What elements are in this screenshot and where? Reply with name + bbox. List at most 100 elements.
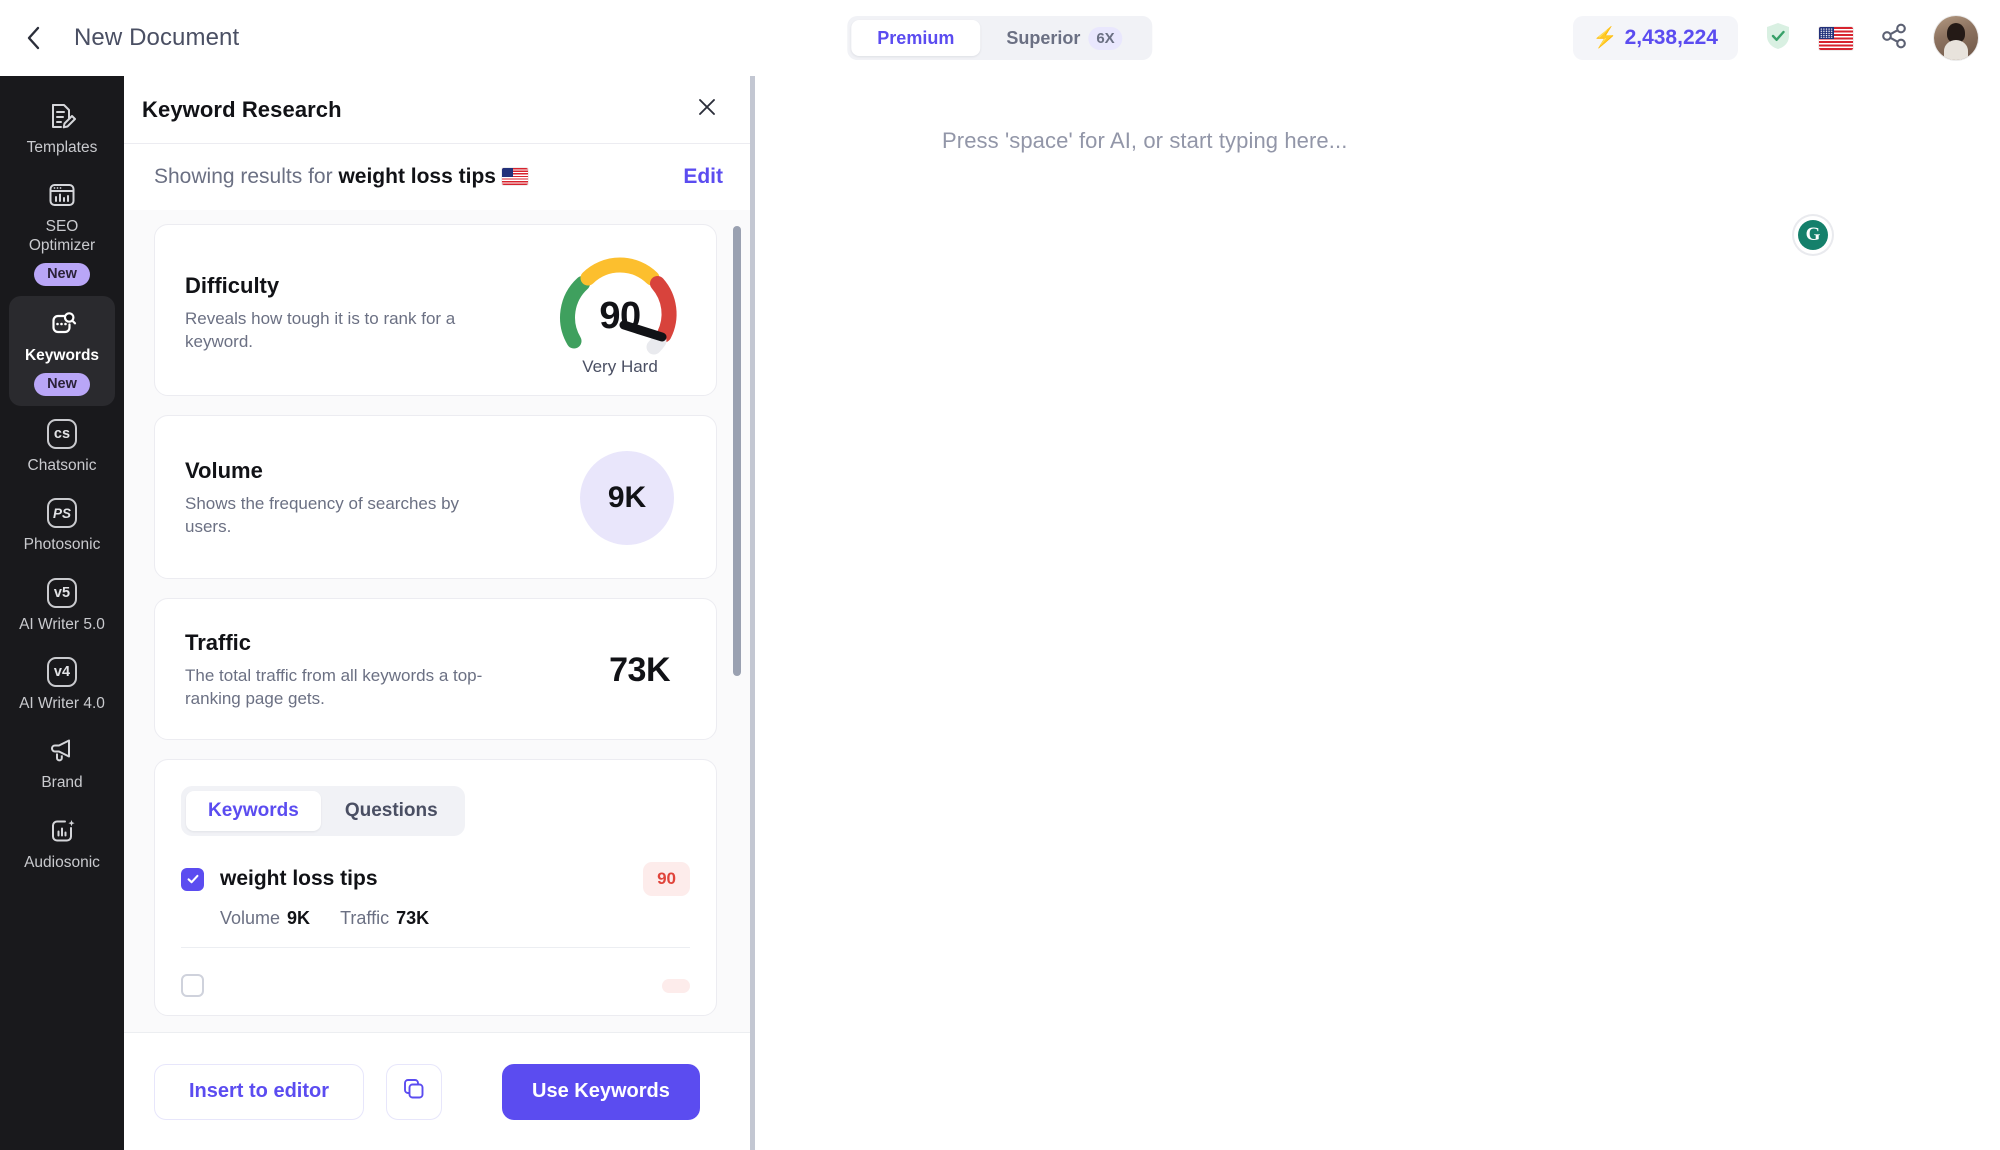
results-bar: Showing results for weight loss tips Edi…: [124, 144, 751, 210]
keyword-traffic-label: Traffic: [340, 908, 390, 928]
keyword-volume-value: 9K: [287, 908, 311, 928]
difficulty-card: Difficulty Reveals how tough it is to ra…: [154, 224, 717, 396]
panel-resize-handle[interactable]: [750, 76, 755, 1150]
keyword-difficulty-badge: 90: [643, 862, 690, 896]
sidebar-item-label: Keywords: [24, 346, 100, 364]
traffic-card: Traffic The total traffic from all keywo…: [154, 598, 717, 740]
volume-title: Volume: [185, 458, 263, 484]
mode-option-premium[interactable]: Premium: [851, 20, 981, 56]
top-bar: New Document Premium Superior 6X ⚡ 2,438…: [0, 0, 2000, 76]
share-button[interactable]: [1876, 20, 1912, 56]
keyword-checkbox[interactable]: [181, 974, 204, 997]
difficulty-card-text: Difficulty Reveals how tough it is to ra…: [185, 273, 558, 353]
back-button[interactable]: [14, 18, 54, 58]
cs-icon: cs: [46, 418, 78, 450]
sidebar-item-seo-optimizer[interactable]: SEO Optimizer New: [9, 167, 115, 296]
panel-scrollbar[interactable]: [733, 226, 741, 676]
keyword-difficulty-badge: [662, 978, 690, 993]
table-row[interactable]: weight loss tips 90 Volume 9K Traffic 73K: [181, 836, 690, 947]
results-summary: Showing results for weight loss tips: [154, 165, 528, 189]
keyword-checkbox[interactable]: [181, 867, 204, 891]
sidebar-item-ai-writer-5[interactable]: v5 AI Writer 5.0: [9, 565, 115, 644]
mode-option-superior-badge: 6X: [1088, 26, 1123, 50]
grammarly-icon[interactable]: G: [1794, 216, 1832, 254]
sidebar-item-label: Brand: [41, 774, 83, 792]
keyword-row-main: weight loss tips 90: [181, 862, 690, 896]
bolt-icon: ⚡: [1592, 27, 1618, 49]
sidebar-item-label: AI Writer 5.0: [19, 615, 105, 633]
panel-title: Keyword Research: [142, 96, 342, 122]
mode-option-superior[interactable]: Superior 6X: [980, 20, 1148, 56]
us-flag-icon: [1819, 26, 1853, 50]
editor-placeholder: Press 'space' for AI, or start typing he…: [942, 128, 1348, 153]
ps-icon-box: PS: [47, 498, 77, 529]
sidebar-item-label: SEO Optimizer: [28, 218, 96, 254]
keyword-row-main: [181, 974, 690, 997]
tab-keywords[interactable]: Keywords: [186, 791, 321, 831]
traffic-value: 73K: [609, 650, 670, 689]
document-title[interactable]: New Document: [74, 24, 239, 52]
results-prefix: Showing results for: [154, 165, 333, 188]
table-row[interactable]: [181, 947, 690, 1015]
us-flag-icon: [501, 168, 528, 185]
copy-button[interactable]: [386, 1063, 443, 1120]
traffic-card-text: Traffic The total traffic from all keywo…: [185, 630, 609, 710]
language-selector[interactable]: [1818, 20, 1854, 56]
v4-icon: v4: [46, 656, 78, 688]
difficulty-rating: Very Hard: [582, 357, 658, 376]
keyword-traffic-value: 73K: [396, 908, 430, 928]
sidebar-badge-new: New: [34, 373, 90, 397]
sidebar-item-chatsonic[interactable]: cs Chatsonic: [9, 406, 115, 485]
sidebar-item-templates[interactable]: Templates: [9, 88, 115, 167]
sidebar-item-label: Audiosonic: [24, 853, 100, 871]
top-bar-actions: ⚡ 2,438,224: [1572, 16, 2000, 60]
sidebar-item-audiosonic[interactable]: Audiosonic: [9, 803, 115, 882]
app-body: Templates SEO Optimizer New Keywords New…: [0, 76, 2000, 1150]
keyword-traffic: Traffic 73K: [340, 908, 429, 929]
volume-card-text: Volume Shows the frequency of searches b…: [185, 458, 580, 538]
mode-option-premium-label: Premium: [877, 27, 955, 48]
mode-switch: Premium Superior 6X: [847, 16, 1153, 60]
credits-value: 2,438,224: [1624, 26, 1718, 49]
chevron-left-icon: [25, 25, 43, 51]
v5-icon: v5: [46, 577, 78, 609]
cs-icon-box: cs: [47, 419, 77, 450]
keyword-row-meta: Volume 9K Traffic 73K: [220, 908, 690, 929]
grammarly-letter: G: [1798, 220, 1828, 250]
close-panel-button[interactable]: [691, 94, 723, 126]
sidebar-item-keywords[interactable]: Keywords New: [9, 295, 115, 407]
difficulty-title: Difficulty: [185, 273, 280, 299]
difficulty-gauge: 90 Very Hard: [558, 253, 682, 376]
audio-bars-icon: [46, 815, 78, 847]
seo-chart-window-icon: [46, 179, 78, 211]
sidebar-item-ai-writer-4[interactable]: v4 AI Writer 4.0: [9, 644, 115, 723]
document-edit-icon: [46, 100, 78, 132]
avatar[interactable]: [1934, 16, 1978, 60]
tab-questions[interactable]: Questions: [323, 791, 460, 831]
plagiarism-check-button[interactable]: [1760, 20, 1796, 56]
edit-search-link[interactable]: Edit: [683, 165, 723, 189]
difficulty-value: 90: [599, 295, 641, 337]
results-keyword: weight loss tips: [338, 165, 496, 188]
sidebar-badge-new: New: [34, 262, 90, 286]
keywords-tabs: Keywords Questions: [181, 786, 465, 836]
traffic-title: Traffic: [185, 630, 252, 656]
traffic-description: The total traffic from all keywords a to…: [185, 666, 483, 708]
sidebar-item-brand[interactable]: Brand: [9, 723, 115, 802]
difficulty-description: Reveals how tough it is to rank for a ke…: [185, 309, 456, 351]
ps-icon: PS: [46, 497, 78, 529]
sidebar-item-photosonic[interactable]: PS Photosonic: [9, 485, 115, 564]
copy-icon: [402, 1077, 426, 1106]
document-editor[interactable]: Press 'space' for AI, or start typing he…: [752, 76, 2000, 1150]
keywords-list-card: Keywords Questions weight loss tips 90 V…: [154, 759, 717, 1016]
sidebar-item-label: Templates: [26, 139, 98, 156]
keyword-search-icon: [46, 308, 78, 340]
panel-scroll-area[interactable]: Difficulty Reveals how tough it is to ra…: [124, 210, 751, 1032]
insert-to-editor-button[interactable]: Insert to editor: [154, 1063, 365, 1120]
credits-counter[interactable]: ⚡ 2,438,224: [1572, 16, 1738, 60]
v5-icon-box: v5: [47, 577, 77, 608]
keyword-volume-label: Volume: [220, 908, 281, 928]
keyword-name: weight loss tips: [220, 867, 378, 890]
volume-card: Volume Shows the frequency of searches b…: [154, 415, 717, 579]
use-keywords-button[interactable]: Use Keywords: [502, 1063, 700, 1120]
